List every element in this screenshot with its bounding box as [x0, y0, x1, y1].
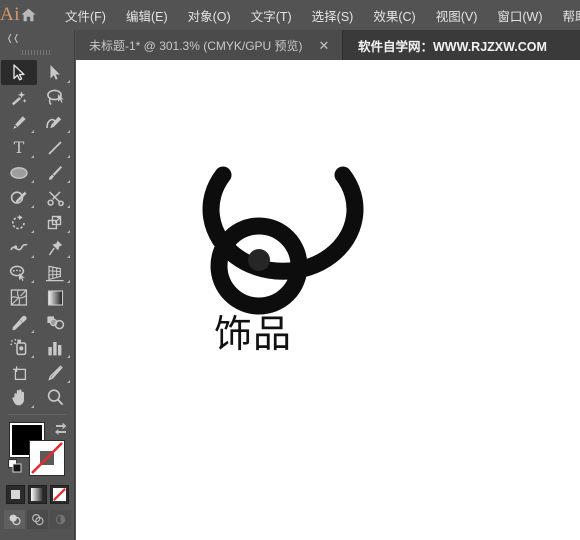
ellipse-tool[interactable] [1, 160, 37, 185]
curvature-tool[interactable] [37, 110, 73, 135]
tools-panel: ❬❬ T [0, 30, 75, 540]
gradient-tool[interactable] [37, 285, 73, 310]
tool-flyout-indicator [67, 80, 70, 83]
mesh-tool[interactable] [1, 285, 37, 310]
pen-tool[interactable] [1, 110, 37, 135]
tool-flyout-indicator [31, 405, 34, 408]
none-slash-icon [52, 488, 66, 501]
collapse-panel-icon[interactable]: ❬❬ [0, 30, 74, 46]
menu-window[interactable]: 窗口(W) [487, 0, 552, 30]
scissors-tool[interactable] [37, 185, 73, 210]
direct-selection-tool[interactable] [37, 60, 73, 85]
document-tab-bar: 未标题-1* @ 301.3% (CMYK/GPU 预览) ✕ 软件自学网：WW… [76, 30, 580, 60]
illustrator-window: Ai 文件(F) 编辑(E) 对象(O) 文字(T) 选择(S) 效果(C) 视… [0, 0, 580, 540]
document-canvas[interactable]: 饰品 [76, 60, 580, 540]
symbol-sprayer-tool[interactable] [1, 335, 37, 360]
tool-flyout-indicator [67, 355, 70, 358]
magic-wand-tool[interactable] [1, 85, 37, 110]
home-icon[interactable] [20, 0, 37, 30]
shaper-tool[interactable] [1, 185, 37, 210]
menu-object[interactable]: 对象(O) [178, 0, 241, 30]
menu-help[interactable]: 帮助(H) [553, 0, 580, 30]
necklace-jewelry-icon[interactable] [160, 120, 380, 330]
tool-flyout-indicator [31, 330, 34, 333]
menu-type[interactable]: 文字(T) [241, 0, 302, 30]
tool-flyout-indicator [31, 180, 34, 183]
menu-items: 文件(F) 编辑(E) 对象(O) 文字(T) 选择(S) 效果(C) 视图(V… [55, 0, 580, 30]
tool-flyout-indicator [67, 130, 70, 133]
tool-flyout-indicator [31, 230, 34, 233]
free-transform-tool[interactable] [37, 235, 73, 260]
paintbrush-tool[interactable] [37, 160, 73, 185]
svg-text:T: T [14, 139, 25, 156]
document-tab-title: 未标题-1* @ 301.3% (CMYK/GPU 预览) [89, 38, 303, 53]
draw-mode-buttons [0, 510, 74, 529]
perspective-grid-tool[interactable] [37, 260, 73, 285]
tool-flyout-indicator [67, 205, 70, 208]
close-icon[interactable]: ✕ [316, 30, 332, 60]
swap-fill-stroke-icon[interactable] [54, 421, 68, 440]
shape-builder-tool[interactable] [1, 260, 37, 285]
slice-tool[interactable] [37, 360, 73, 385]
draw-behind-button[interactable] [26, 510, 48, 529]
stroke-swatch[interactable] [30, 441, 64, 475]
rotate-tool[interactable] [1, 210, 37, 235]
hand-tool[interactable] [1, 385, 37, 410]
app-logo: Ai [0, 4, 20, 25]
blend-tool[interactable] [37, 310, 73, 335]
draw-inside-button[interactable] [49, 510, 71, 529]
default-fill-stroke-icon[interactable] [8, 459, 23, 479]
none-slash-icon [31, 442, 63, 474]
document-tab[interactable]: 未标题-1* @ 301.3% (CMYK/GPU 预览) ✕ [76, 30, 343, 60]
menu-select[interactable]: 选择(S) [302, 0, 364, 30]
tool-grid: T [0, 58, 74, 410]
lasso-tool[interactable] [37, 85, 73, 110]
paint-mode-buttons [0, 485, 74, 504]
tool-flyout-indicator [31, 205, 34, 208]
menu-effect[interactable]: 效果(C) [363, 0, 425, 30]
panel-drag-grip[interactable] [0, 46, 74, 58]
gradient-button[interactable] [27, 485, 47, 504]
tool-flyout-indicator [67, 230, 70, 233]
menu-file[interactable]: 文件(F) [55, 0, 116, 30]
width-tool[interactable] [1, 235, 37, 260]
menu-edit[interactable]: 编辑(E) [116, 0, 178, 30]
artwork-text-label[interactable]: 饰品 [214, 315, 292, 353]
tool-flyout-indicator [67, 280, 70, 283]
eyedropper-tool[interactable] [1, 310, 37, 335]
none-button[interactable] [49, 485, 69, 504]
menu-bar: Ai 文件(F) 编辑(E) 对象(O) 文字(T) 选择(S) 效果(C) 视… [0, 0, 580, 30]
tool-flyout-indicator [31, 355, 34, 358]
color-controls [0, 419, 74, 481]
menu-view[interactable]: 视图(V) [426, 0, 488, 30]
watermark-text: 软件自学网：WWW.RJZXW.COM [358, 39, 547, 54]
tool-flyout-indicator [31, 155, 34, 158]
tool-flyout-indicator [31, 130, 34, 133]
toolbar-divider [8, 414, 66, 415]
artboard-tool[interactable] [1, 360, 37, 385]
selection-tool[interactable] [1, 60, 37, 85]
scale-tool[interactable] [37, 210, 73, 235]
tool-flyout-indicator [67, 155, 70, 158]
draw-normal-button[interactable] [3, 510, 25, 529]
color-button[interactable] [5, 485, 25, 504]
tool-flyout-indicator [67, 380, 70, 383]
tool-flyout-indicator [67, 255, 70, 258]
column-graph-tool[interactable] [37, 335, 73, 360]
tool-flyout-indicator [67, 180, 70, 183]
line-segment-tool[interactable] [37, 135, 73, 160]
type-tool[interactable]: T [1, 135, 37, 160]
tool-flyout-indicator [31, 280, 34, 283]
zoom-tool[interactable] [37, 385, 73, 410]
tool-flyout-indicator [31, 255, 34, 258]
